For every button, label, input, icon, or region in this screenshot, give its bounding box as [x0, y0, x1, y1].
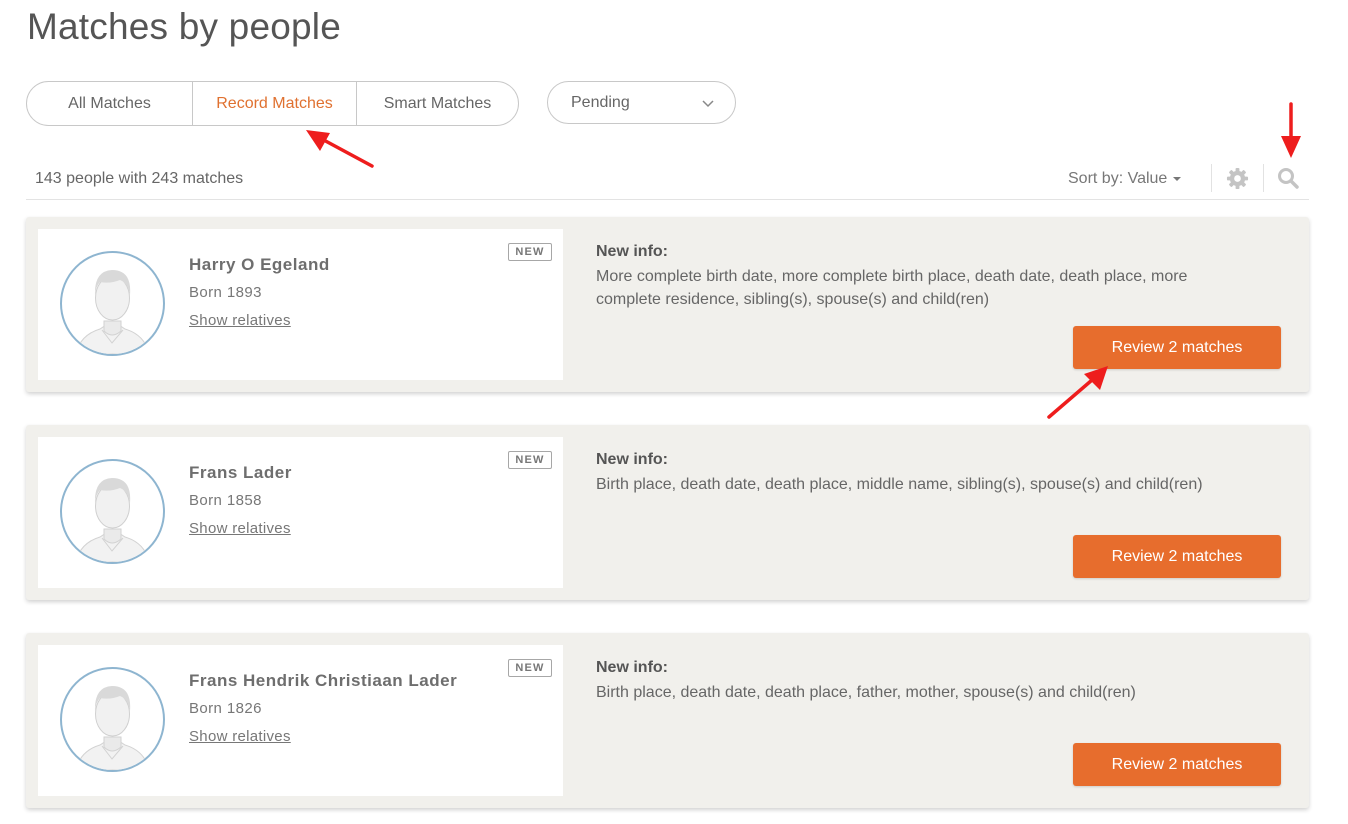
tab-record-matches[interactable]: Record Matches	[192, 82, 356, 125]
review-matches-button[interactable]: Review 2 matches	[1073, 535, 1281, 578]
match-summary: 143 people with 243 matches	[35, 170, 244, 187]
tab-all-matches[interactable]: All Matches	[27, 82, 192, 125]
person-name[interactable]: Frans Hendrik Christiaan Lader	[189, 671, 457, 691]
person-panel: Harry O Egeland Born 1893 Show relatives…	[38, 229, 563, 380]
birth-year: Born 1893	[189, 284, 262, 301]
person-panel: Frans Lader Born 1858 Show relatives NEW	[38, 437, 563, 588]
new-info-text: Birth place, death date, death place, fa…	[596, 684, 1136, 701]
new-info-text: More complete birth date, more complete …	[596, 268, 1188, 308]
search-icon[interactable]	[1276, 166, 1300, 190]
tab-smart-matches[interactable]: Smart Matches	[356, 82, 518, 125]
avatar	[60, 459, 165, 564]
toolbar-divider	[1263, 164, 1264, 192]
match-card: Frans Hendrik Christiaan Lader Born 1826…	[26, 633, 1309, 808]
new-info-text: Birth place, death date, death place, mi…	[596, 476, 1203, 493]
chevron-down-icon	[702, 100, 714, 108]
avatar	[60, 667, 165, 772]
status-filter-value: Pending	[571, 94, 630, 111]
page-title: Matches by people	[27, 6, 341, 47]
red-arrow-icon	[1281, 102, 1301, 158]
new-info-label: New info:	[596, 451, 668, 468]
match-card: Frans Lader Born 1858 Show relatives NEW…	[26, 425, 1309, 600]
person-silhouette-icon	[75, 478, 150, 562]
person-silhouette-icon	[75, 270, 150, 354]
gear-icon[interactable]	[1226, 167, 1249, 190]
show-relatives-link[interactable]: Show relatives	[189, 728, 291, 745]
sort-value: Value	[1127, 170, 1168, 187]
birth-year: Born 1858	[189, 492, 262, 509]
match-card: Harry O Egeland Born 1893 Show relatives…	[26, 217, 1309, 392]
person-panel: Frans Hendrik Christiaan Lader Born 1826…	[38, 645, 563, 796]
new-badge: NEW	[508, 659, 552, 677]
new-badge: NEW	[508, 451, 552, 469]
person-name[interactable]: Frans Lader	[189, 463, 292, 483]
show-relatives-link[interactable]: Show relatives	[189, 312, 291, 329]
sort-dropdown[interactable]: Sort by: Value	[1068, 170, 1182, 188]
birth-year: Born 1826	[189, 700, 262, 717]
toolbar-divider	[1211, 164, 1212, 192]
header-divider	[26, 199, 1309, 200]
status-filter-dropdown[interactable]: Pending	[547, 81, 736, 124]
new-badge: NEW	[508, 243, 552, 261]
red-arrow-icon	[306, 130, 374, 168]
person-silhouette-icon	[75, 686, 150, 770]
person-name[interactable]: Harry O Egeland	[189, 255, 330, 275]
show-relatives-link[interactable]: Show relatives	[189, 520, 291, 537]
new-info-label: New info:	[596, 659, 668, 676]
match-type-tabs: All Matches Record Matches Smart Matches	[26, 81, 519, 126]
new-info-label: New info:	[596, 243, 668, 260]
caret-down-icon	[1173, 176, 1182, 181]
avatar	[60, 251, 165, 356]
red-arrow-icon	[1047, 366, 1108, 419]
review-matches-button[interactable]: Review 2 matches	[1073, 743, 1281, 786]
sort-label: Sort by:	[1068, 170, 1124, 187]
